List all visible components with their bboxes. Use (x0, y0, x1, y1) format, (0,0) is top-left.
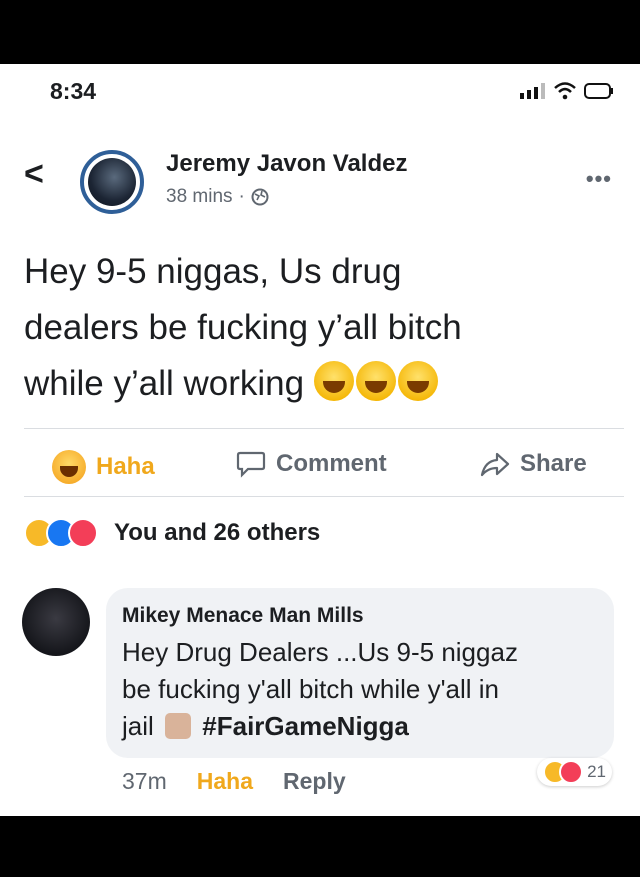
comment-icon (236, 451, 266, 478)
comment-text-line: Hey Drug Dealers ...Us 9-5 niggaz (122, 637, 518, 667)
avatar[interactable] (80, 150, 144, 214)
divider (24, 428, 624, 429)
person-shrugging-emoji-icon (165, 713, 192, 739)
post-text-line: while y’all working (24, 356, 624, 412)
comment-haha-button[interactable]: Haha (197, 768, 253, 795)
share-label: Share (520, 450, 587, 477)
signal-icon (520, 83, 545, 99)
haha-icon (52, 450, 86, 484)
reactions-summary[interactable]: You and 26 others (24, 518, 320, 548)
comment-text-line-content: jail (122, 711, 154, 741)
post-time[interactable]: 38 mins (166, 186, 233, 208)
post-text-line: Hey 9-5 niggas, Us drug (24, 252, 402, 291)
love-reaction-icon (559, 760, 584, 784)
comment-button[interactable]: Comment (236, 450, 387, 478)
status-time: 8:34 (50, 78, 97, 104)
comment-avatar[interactable] (22, 588, 90, 656)
comment-reactions[interactable]: 21 (537, 758, 612, 786)
post-author[interactable]: Jeremy Javon Valdez (166, 150, 407, 178)
comment-footer: 37m Haha Reply (122, 768, 346, 795)
meta-dot: · (238, 186, 245, 207)
comment-author[interactable]: Mikey Menace Man Mills (122, 604, 364, 628)
share-button[interactable]: Share (480, 450, 587, 478)
comment-reply-button[interactable]: Reply (283, 768, 346, 795)
laughing-emoji-icon (355, 361, 396, 401)
comment-text-line: jail #FairGameNigga (122, 708, 602, 745)
more-icon[interactable]: ••• (586, 166, 612, 192)
post-meta: 38 mins · (166, 186, 269, 208)
battery-icon (584, 83, 613, 99)
divider (24, 496, 624, 497)
comment-label: Comment (276, 450, 387, 477)
love-reaction-icon (68, 518, 98, 548)
comment-time: 37m (122, 768, 167, 794)
haha-button[interactable]: Haha (52, 450, 155, 484)
share-icon (480, 452, 510, 477)
laughing-emoji-icon (397, 361, 438, 401)
back-arrow-icon[interactable]: < (24, 157, 44, 191)
laughing-emoji-icon (313, 361, 354, 401)
globe-icon (251, 188, 269, 206)
post-text-line: dealers be fucking y’all bitch (24, 308, 462, 347)
haha-label: Haha (96, 453, 155, 480)
post-text: Hey 9-5 niggas, Us drug dealers be fucki… (24, 244, 624, 412)
post-text-line-content: while y’all working (24, 364, 305, 403)
wifi-icon (554, 82, 576, 100)
reaction-icons (24, 518, 98, 548)
hashtag-link[interactable]: #FairGameNigga (202, 711, 409, 741)
comment-text: Hey Drug Dealers ...Us 9-5 niggaz be fuc… (122, 634, 602, 745)
facebook-post-screen: 8:34 < Jeremy Javon Valdez 38 mins · •••… (0, 64, 640, 816)
comment-reaction-count: 21 (587, 762, 606, 781)
comment-text-line: be fucking y'all bitch while y'all in (122, 674, 499, 704)
status-icons (520, 82, 614, 100)
reactions-count-text: You and 26 others (114, 519, 321, 546)
